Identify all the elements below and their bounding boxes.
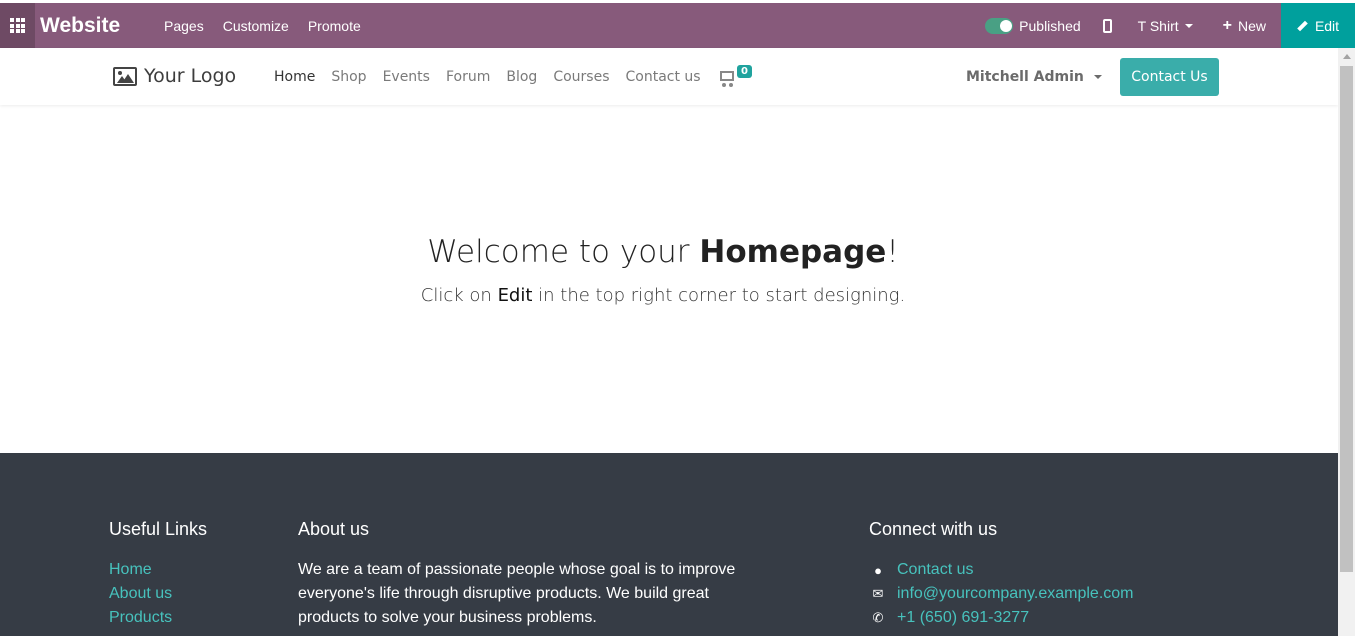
- hero-title-post: !: [886, 234, 899, 270]
- new-button-label: New: [1237, 17, 1266, 34]
- envelope-icon: ✉: [872, 586, 884, 601]
- useful-links-title: Useful Links: [109, 519, 208, 539]
- hero-title-pre: Welcome to your: [427, 234, 700, 270]
- page-dropdown[interactable]: T Shirt: [1138, 18, 1193, 34]
- plus-icon: +: [1222, 16, 1232, 34]
- cart-icon: [720, 71, 734, 87]
- connect-list: ● Contact us ✉ info@yourcompany.example.…: [869, 558, 1134, 630]
- page-dropdown-label: T Shirt: [1137, 17, 1179, 34]
- nav-blog[interactable]: Blog: [506, 69, 537, 85]
- nav-forum[interactable]: Forum: [446, 69, 490, 85]
- main-nav: Home Shop Events Forum Blog Courses Cont…: [274, 69, 717, 85]
- mobile-preview-icon[interactable]: [1102, 18, 1112, 33]
- chevron-down-icon: [1093, 75, 1102, 79]
- connect-email-row: ✉ info@yourcompany.example.com: [869, 582, 1134, 606]
- logo-text: Your Logo: [144, 65, 237, 87]
- menu-customize[interactable]: Customize: [223, 18, 289, 34]
- footer-link-home[interactable]: Home: [109, 558, 172, 582]
- website-navbar: Your Logo Home Shop Events Forum Blog Co…: [0, 48, 1338, 105]
- about-us-title: About us: [298, 519, 370, 539]
- menu-promote[interactable]: Promote: [308, 18, 361, 34]
- hero-sub-bold: Edit: [497, 285, 533, 306]
- new-button[interactable]: + New: [1223, 17, 1266, 35]
- pencil-icon: [1297, 20, 1308, 31]
- footer-link-products[interactable]: Products: [109, 606, 172, 630]
- scroll-up-arrow-icon[interactable]: [1343, 54, 1351, 59]
- connect-phone-row: ✆ +1 (650) 691-3277: [869, 606, 1134, 630]
- top-menu: Pages Customize Promote: [164, 18, 380, 34]
- cart-count-badge: 0: [737, 65, 752, 78]
- app-title: Website: [40, 13, 121, 37]
- nav-events[interactable]: Events: [383, 69, 430, 85]
- useful-links-list: Home About us Products: [109, 558, 172, 630]
- hero-title: Welcome to your Homepage!: [0, 234, 1326, 270]
- grid-icon: [10, 18, 25, 33]
- about-us-text: We are a team of passionate people whose…: [298, 561, 736, 626]
- connect-contact-row: ● Contact us: [869, 558, 1134, 582]
- site-logo[interactable]: Your Logo: [113, 65, 236, 87]
- footer-link-about-us[interactable]: About us: [109, 582, 172, 606]
- homepage-hero: Welcome to your Homepage! Click on Edit …: [0, 105, 1338, 453]
- phone-icon: ✆: [872, 610, 884, 625]
- edit-button-label: Edit: [1314, 17, 1340, 34]
- apps-menu-button[interactable]: [0, 3, 35, 48]
- hero-title-bold: Homepage: [699, 234, 887, 270]
- connect-contact-link[interactable]: Contact us: [897, 558, 973, 582]
- image-icon: [113, 66, 137, 86]
- cart-button[interactable]: 0: [720, 65, 752, 87]
- contact-us-button[interactable]: Contact Us: [1120, 58, 1219, 96]
- connect-email-link[interactable]: info@yourcompany.example.com: [897, 582, 1134, 606]
- connect-phone-link[interactable]: +1 (650) 691-3277: [897, 606, 1029, 630]
- user-name: Mitchell Admin: [966, 69, 1084, 85]
- page-scrollbar[interactable]: [1338, 48, 1355, 636]
- site-footer: Useful Links Home About us Products Abou…: [0, 453, 1338, 636]
- nav-shop[interactable]: Shop: [331, 69, 366, 85]
- published-toggle[interactable]: [985, 17, 1014, 34]
- hero-sub-post: in the top right corner to start designi…: [532, 285, 906, 306]
- top-right-controls: Published T Shirt + New Edit: [985, 3, 1355, 48]
- nav-home[interactable]: Home: [274, 69, 315, 85]
- comment-icon: ●: [874, 562, 882, 578]
- menu-pages[interactable]: Pages: [164, 18, 204, 34]
- hero-sub-pre: Click on: [420, 285, 498, 306]
- admin-top-bar: Website Pages Customize Promote Publishe…: [0, 3, 1355, 48]
- user-menu[interactable]: Mitchell Admin: [966, 69, 1102, 85]
- chevron-down-icon: [1184, 23, 1193, 28]
- hero-subtitle: Click on Edit in the top right corner to…: [0, 285, 1326, 306]
- connect-title: Connect with us: [869, 519, 998, 539]
- edit-button[interactable]: Edit: [1281, 3, 1355, 48]
- published-label: Published: [1019, 17, 1081, 34]
- nav-contact-us[interactable]: Contact us: [625, 69, 700, 85]
- scrollbar-thumb[interactable]: [1340, 66, 1353, 572]
- nav-courses[interactable]: Courses: [553, 69, 609, 85]
